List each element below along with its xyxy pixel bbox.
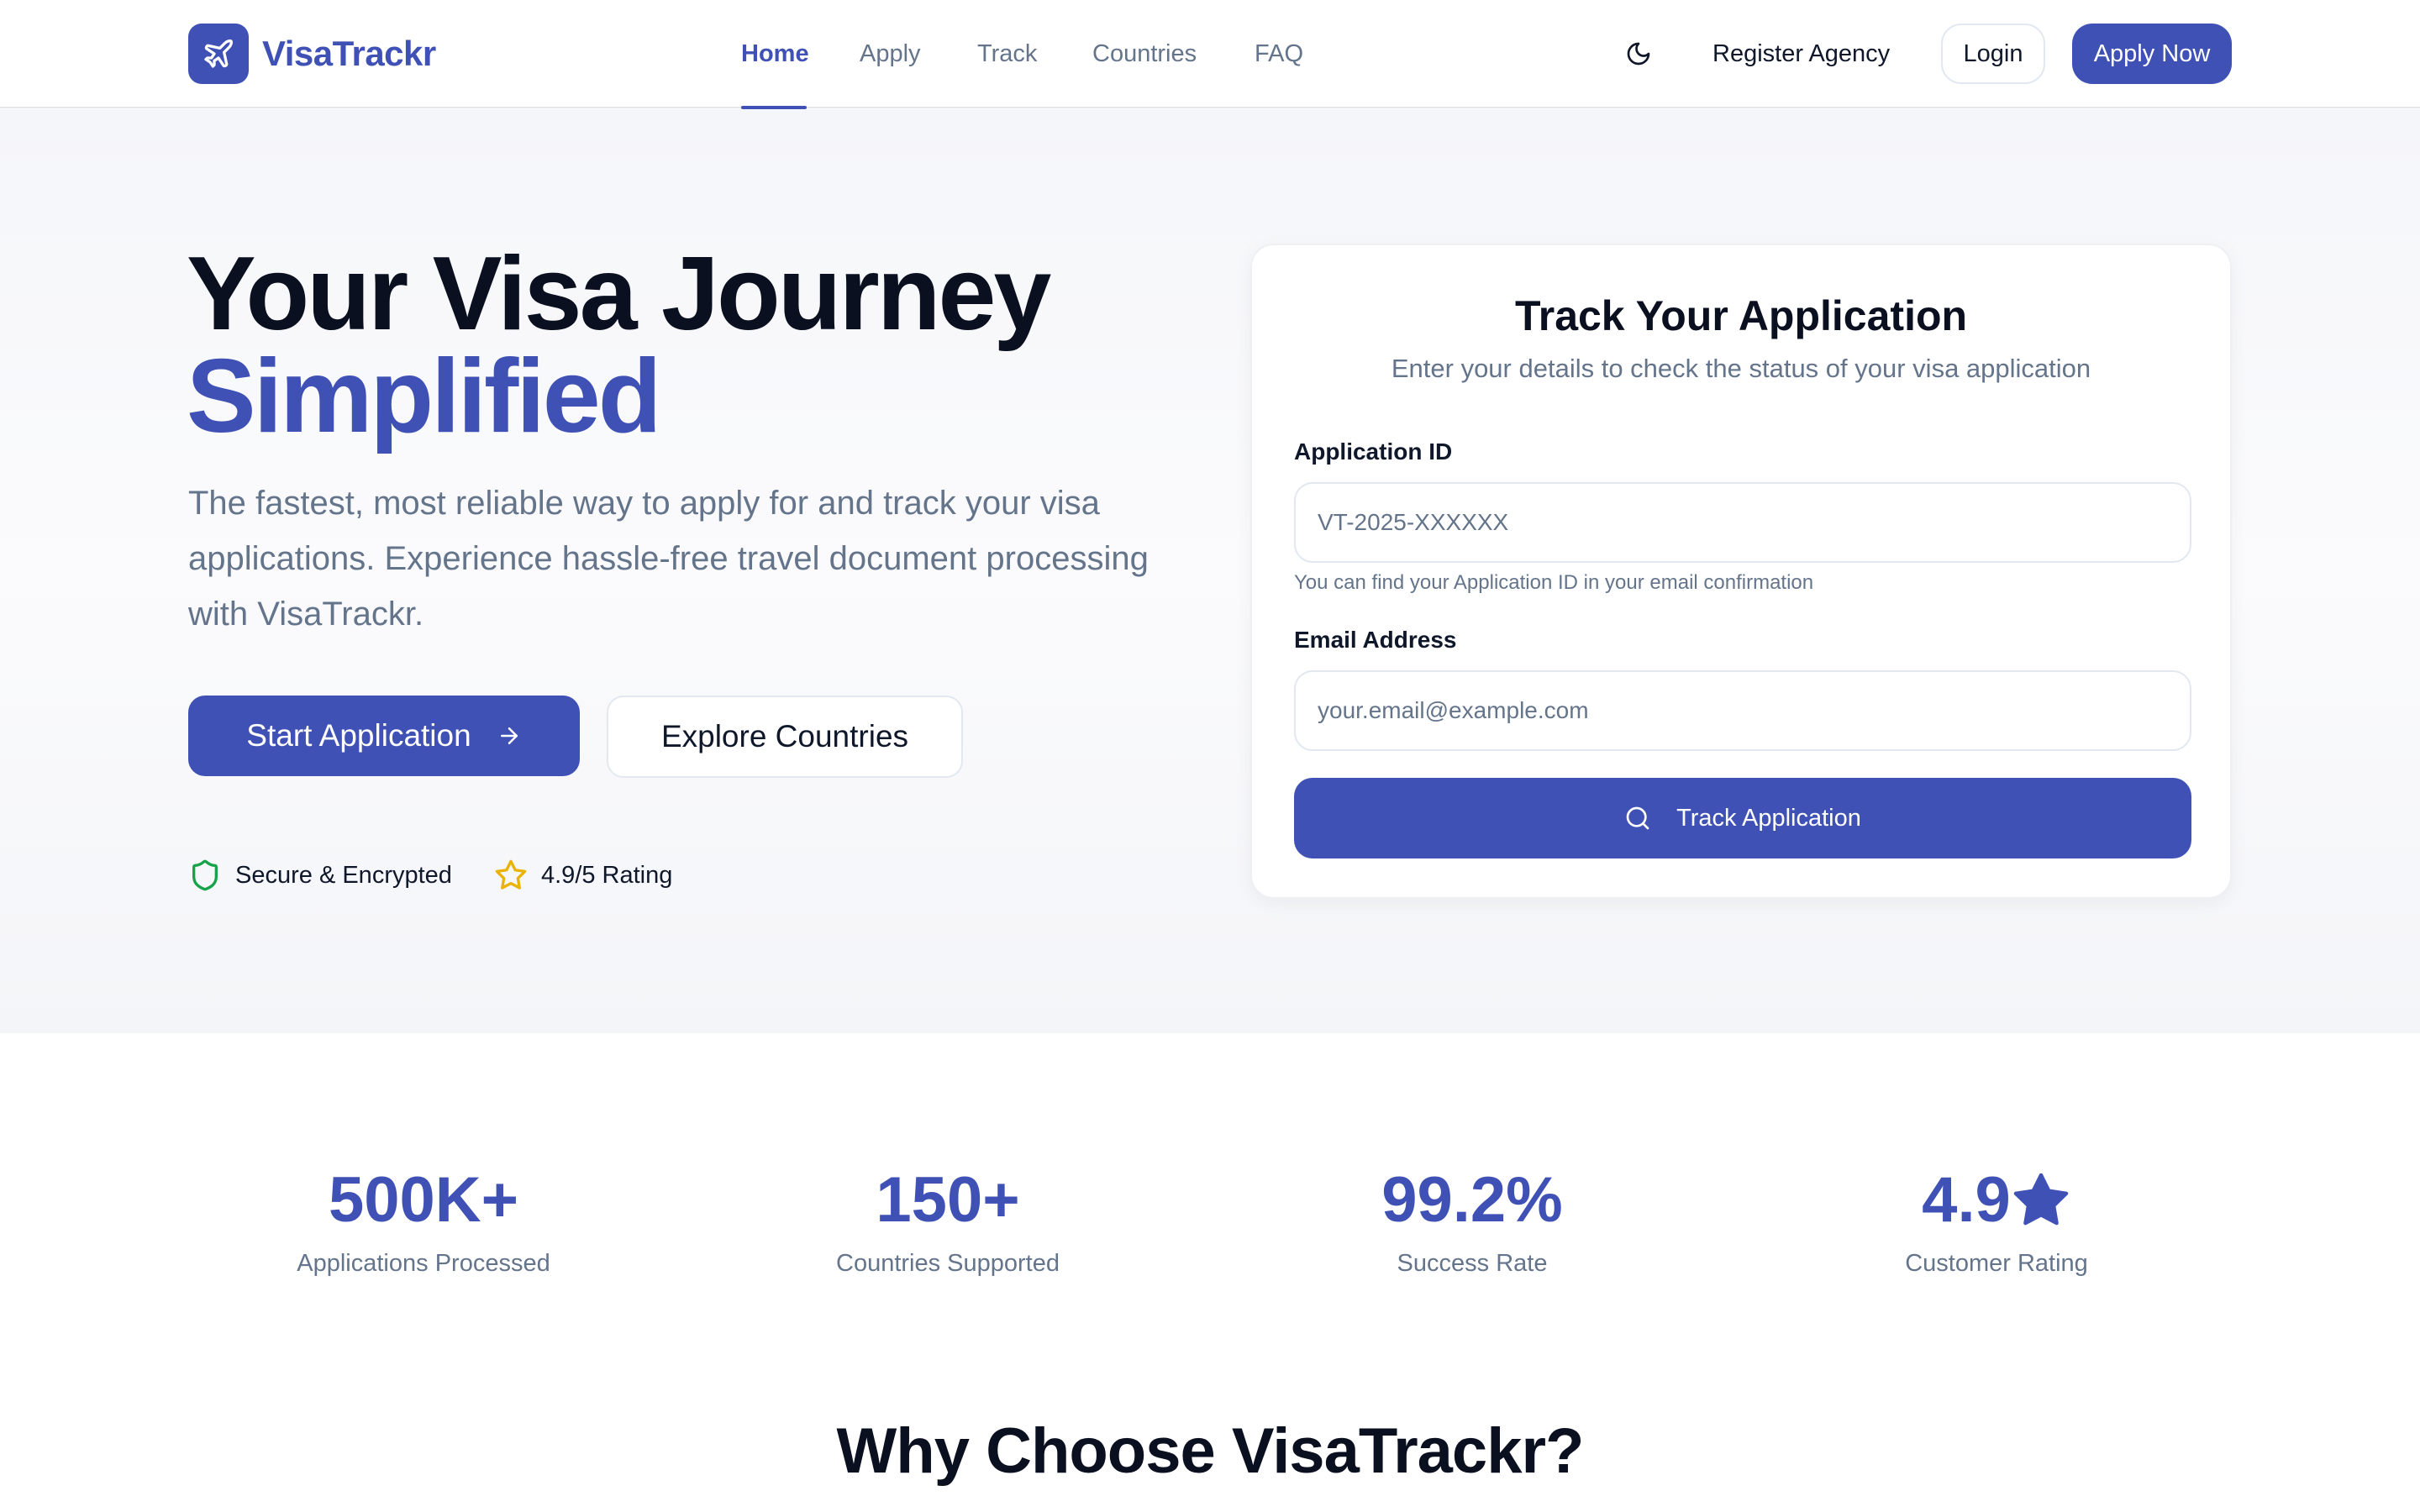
application-id-input[interactable]	[1294, 482, 2191, 563]
rating-badge-label: 4.9/5 Rating	[541, 861, 673, 889]
hero-title-highlight: Simplified	[187, 339, 662, 454]
nav-faq[interactable]: FAQ	[1255, 37, 1303, 71]
start-application-label: Start Application	[246, 718, 471, 753]
application-id-label: Application ID	[1294, 438, 1453, 465]
hero-description: The fastest, most reliable way to apply …	[188, 485, 1149, 633]
nav-countries[interactable]: Countries	[1092, 37, 1197, 71]
logo-plane-icon[interactable]	[188, 24, 249, 84]
stat-label: Countries Supported	[836, 1250, 1060, 1277]
star-icon	[2013, 1173, 2069, 1226]
stat-value-row: 4.9	[1778, 1163, 2215, 1238]
stat-label: Customer Rating	[1905, 1250, 2088, 1277]
stat-value: 500K+	[328, 1164, 519, 1236]
start-application-button[interactable]: Start Application	[188, 696, 580, 776]
stat-label: Success Rate	[1397, 1250, 1548, 1277]
track-application-label: Track Application	[1676, 804, 1861, 832]
email-label: Email Address	[1294, 627, 1457, 653]
register-agency-link[interactable]: Register Agency	[1712, 37, 1890, 71]
why-choose-title: Why Choose VisaTrackr?	[836, 1415, 1585, 1487]
apply-now-button[interactable]: Apply Now	[2072, 24, 2232, 84]
login-button[interactable]: Login	[1941, 24, 2045, 84]
star-icon	[495, 859, 527, 890]
stat-label: Applications Processed	[297, 1250, 550, 1277]
stat-value: 150+	[876, 1164, 1020, 1236]
stat-countries: 150+ Countries Supported	[729, 1163, 1166, 1280]
track-application-card: Track Your Application Enter your detail…	[1250, 244, 2232, 899]
nav-apply[interactable]: Apply	[860, 37, 921, 71]
stat-applications: 500K+ Applications Processed	[205, 1163, 642, 1280]
secure-badge-label: Secure & Encrypted	[235, 861, 452, 889]
application-id-hint: You can find your Application ID in your…	[1294, 571, 1814, 594]
track-application-button[interactable]: Track Application	[1294, 778, 2191, 858]
rating-badge: 4.9/5 Rating	[494, 858, 672, 892]
stat-value: 99.2%	[1381, 1164, 1563, 1236]
arrow-right-icon	[500, 727, 518, 744]
nav-track[interactable]: Track	[977, 37, 1037, 71]
track-card-subtitle: Enter your details to check the status o…	[1391, 354, 2091, 383]
stat-customer-rating: 4.9 Customer Rating	[1778, 1163, 2215, 1280]
stat-value: 4.9	[1922, 1164, 2011, 1236]
shield-icon	[192, 859, 218, 891]
email-input[interactable]	[1294, 670, 2191, 751]
brand-name[interactable]: VisaTrackr	[262, 30, 436, 77]
hero-title: Your Visa Journey	[187, 236, 1051, 352]
moon-icon[interactable]	[1622, 37, 1655, 71]
stat-success-rate: 99.2% Success Rate	[1254, 1163, 1691, 1280]
nav-home[interactable]: Home	[741, 37, 809, 71]
track-card-title: Track Your Application	[1514, 292, 1968, 339]
site-header: VisaTrackr Home Apply Track Countries FA…	[0, 0, 2420, 109]
search-icon	[1626, 806, 1649, 830]
explore-countries-button[interactable]: Explore Countries	[607, 696, 963, 778]
secure-badge: Secure & Encrypted	[188, 858, 452, 892]
